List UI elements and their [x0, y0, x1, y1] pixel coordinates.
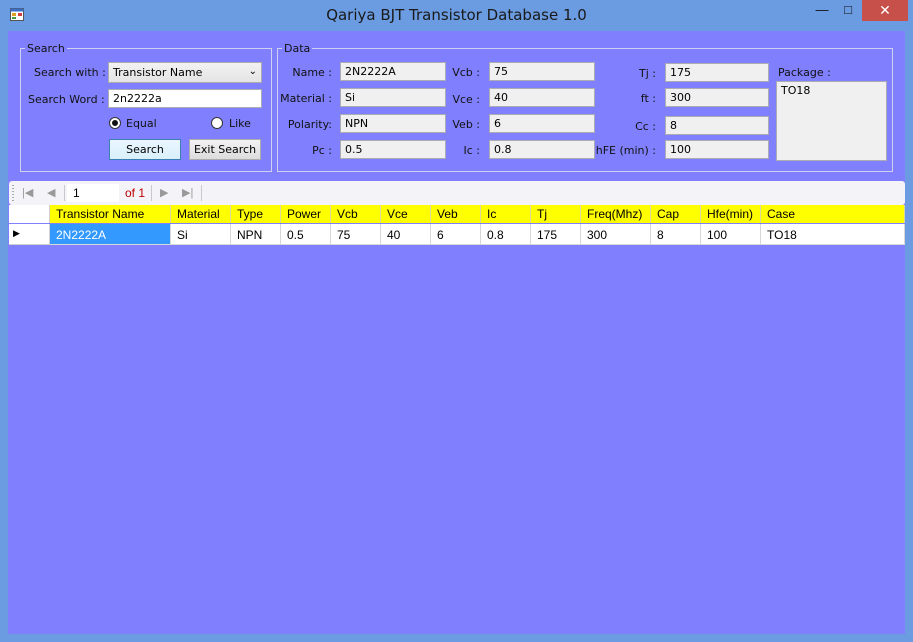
- binding-navigator: |◀ ◀ 1 of 1 ▶ ▶|: [9, 181, 905, 205]
- search-group-legend: Search: [27, 42, 65, 55]
- table-cell[interactable]: Si: [171, 224, 231, 245]
- column-header[interactable]: Type: [231, 205, 281, 223]
- cc-label: Cc :: [635, 120, 656, 133]
- column-header[interactable]: Vce: [381, 205, 431, 223]
- last-record-icon[interactable]: ▶|: [182, 186, 193, 199]
- column-header[interactable]: Hfe(min): [701, 205, 761, 223]
- nav-separator: [201, 185, 202, 201]
- cc-field[interactable]: 8: [665, 116, 769, 135]
- tj-field[interactable]: 175: [665, 63, 769, 82]
- search-word-label: Search Word :: [28, 93, 105, 106]
- minimize-button[interactable]: —: [809, 0, 835, 21]
- material-field[interactable]: Si: [340, 88, 446, 107]
- pc-label: Pc :: [312, 144, 332, 157]
- table-cell[interactable]: 175: [531, 224, 581, 245]
- polarity-label: Polarity:: [287, 118, 332, 131]
- material-label: Material :: [280, 92, 332, 105]
- veb-field[interactable]: 6: [489, 114, 595, 133]
- column-header[interactable]: Tj: [531, 205, 581, 223]
- table-cell[interactable]: 0.8: [481, 224, 531, 245]
- column-header[interactable]: Case: [761, 205, 905, 223]
- column-header[interactable]: Cap: [651, 205, 701, 223]
- search-with-label: Search with :: [34, 66, 106, 79]
- table-cell[interactable]: NPN: [231, 224, 281, 245]
- table-cell[interactable]: TO18: [761, 224, 905, 245]
- column-header[interactable]: Vcb: [331, 205, 381, 223]
- table-cell[interactable]: 40: [381, 224, 431, 245]
- table-cell[interactable]: 2N2222A: [50, 224, 171, 245]
- title-bar[interactable]: Qariya BJT Transistor Database 1.0 — □ ✕: [0, 0, 913, 30]
- column-header[interactable]: Material: [171, 205, 231, 223]
- previous-record-icon[interactable]: ◀: [47, 186, 55, 199]
- table-cell[interactable]: 75: [331, 224, 381, 245]
- table-cell[interactable]: 100: [701, 224, 761, 245]
- grid-header: Transistor Name Material Type Power Vcb Vce Ve…: [9, 205, 905, 223]
- grip-handle[interactable]: [12, 185, 14, 201]
- chevron-down-icon: ⌄: [248, 66, 257, 77]
- polarity-field[interactable]: NPN: [340, 114, 446, 133]
- veb-label: Veb :: [452, 118, 480, 131]
- hfe-label: hFE (min) :: [595, 144, 656, 157]
- column-header[interactable]: Transistor Name: [50, 205, 171, 223]
- table-cell[interactable]: 6: [431, 224, 481, 245]
- tj-label: Tj :: [639, 67, 656, 80]
- name-label: Name :: [292, 66, 332, 79]
- radio-equal-label[interactable]: Equal: [126, 117, 157, 130]
- radio-like-label[interactable]: Like: [229, 117, 251, 130]
- radio-like[interactable]: [211, 117, 223, 129]
- nav-separator: [64, 185, 65, 201]
- table-cell[interactable]: 300: [581, 224, 651, 245]
- exit-search-button[interactable]: Exit Search: [189, 139, 261, 160]
- vce-label: Vce :: [452, 93, 480, 106]
- column-header[interactable]: Ic: [481, 205, 531, 223]
- vcb-label: Vcb :: [452, 66, 480, 79]
- ft-label: ft :: [640, 92, 656, 105]
- ft-field[interactable]: 300: [665, 88, 769, 107]
- ic-field[interactable]: 0.8: [489, 140, 595, 159]
- vce-field[interactable]: 40: [489, 88, 595, 107]
- search-button[interactable]: Search: [109, 139, 181, 160]
- close-button[interactable]: ✕: [862, 0, 908, 21]
- maximize-button[interactable]: □: [835, 0, 861, 21]
- name-field[interactable]: 2N2222A: [340, 62, 446, 81]
- nav-separator: [151, 185, 152, 201]
- hfe-field[interactable]: 100: [665, 140, 769, 159]
- vcb-field[interactable]: 75: [489, 62, 595, 81]
- window-title: Qariya BJT Transistor Database 1.0: [326, 6, 587, 24]
- row-header-corner: [9, 205, 50, 223]
- client-area: Search Search with : Transistor Name ⌄ S…: [8, 31, 905, 634]
- package-label: Package :: [778, 66, 831, 79]
- search-with-value: Transistor Name: [113, 66, 203, 79]
- search-with-dropdown[interactable]: Transistor Name ⌄: [108, 62, 262, 83]
- package-field[interactable]: TO18: [776, 81, 887, 161]
- data-group-legend: Data: [284, 42, 311, 55]
- radio-equal[interactable]: [109, 117, 121, 129]
- table-row[interactable]: ▶ 2N2222A Si NPN 0.5 75 40 6 0.8 175 300 8 100 TO18: [9, 224, 905, 245]
- pc-field[interactable]: 0.5: [340, 140, 446, 159]
- table-cell[interactable]: 0.5: [281, 224, 331, 245]
- app-window: Qariya BJT Transistor Database 1.0 — □ ✕…: [0, 0, 913, 642]
- ic-label: Ic :: [463, 144, 481, 157]
- record-count-label: of 1: [125, 186, 146, 200]
- search-word-input[interactable]: 2n2222a: [108, 89, 262, 108]
- transistor-grid[interactable]: Transistor Name Material Type Power Vcb Vce Ve…: [9, 205, 905, 634]
- table-cell[interactable]: 8: [651, 224, 701, 245]
- next-record-icon[interactable]: ▶: [160, 186, 168, 199]
- position-input[interactable]: 1: [67, 184, 119, 202]
- column-header[interactable]: Veb: [431, 205, 481, 223]
- column-header[interactable]: Freq(Mhz): [581, 205, 651, 223]
- first-record-icon[interactable]: |◀: [22, 186, 33, 199]
- row-selector-icon[interactable]: ▶: [9, 224, 50, 245]
- column-header[interactable]: Power: [281, 205, 331, 223]
